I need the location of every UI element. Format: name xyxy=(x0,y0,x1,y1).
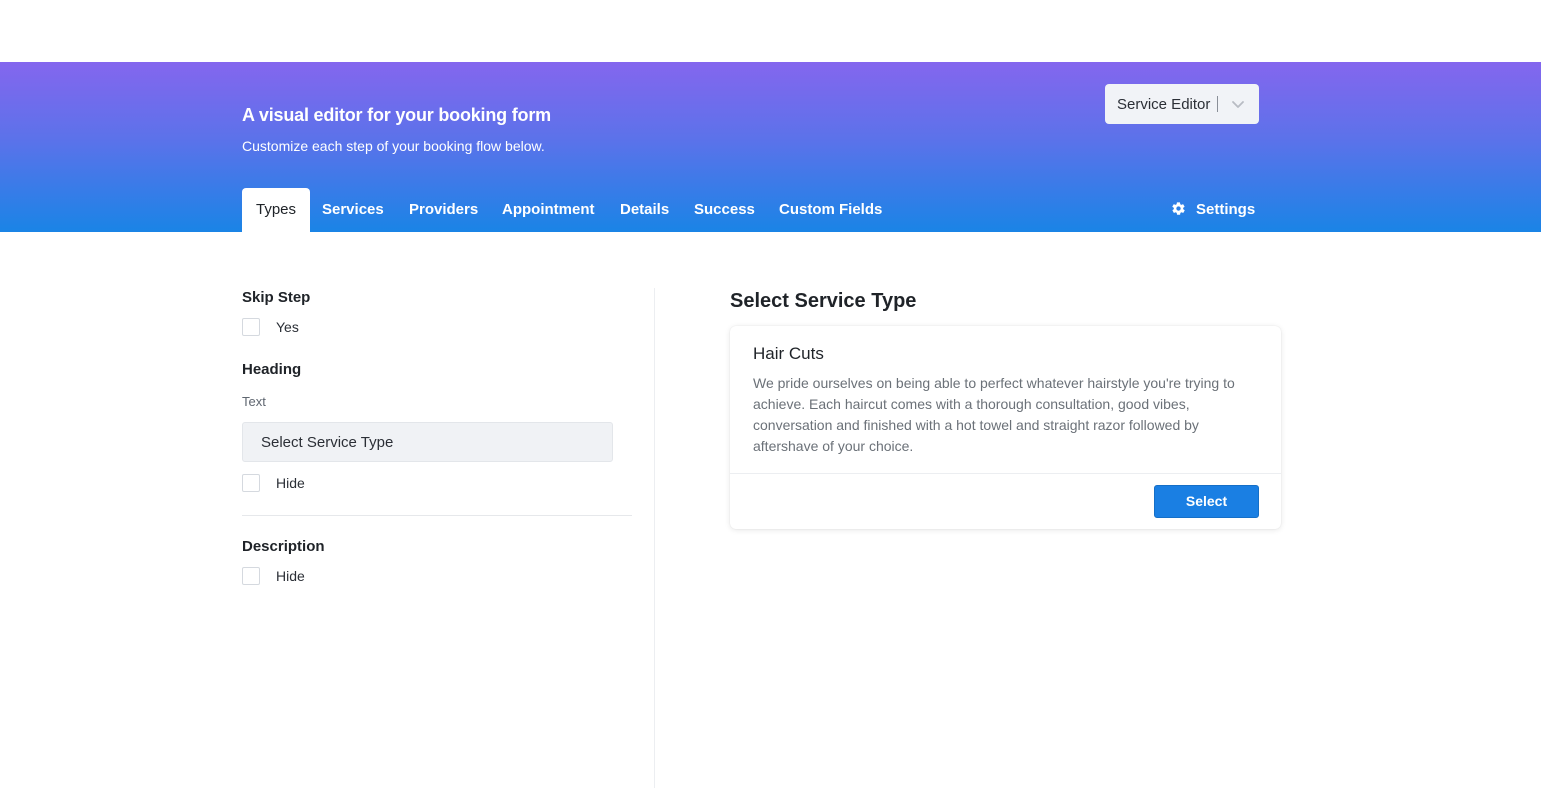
tab-custom-fields[interactable]: Custom Fields xyxy=(779,188,882,232)
editor-select[interactable]: Service Editor xyxy=(1105,84,1259,124)
section-divider xyxy=(242,515,632,516)
card-description: We pride ourselves on being able to perf… xyxy=(753,375,1235,454)
heading-section-title: Heading xyxy=(242,361,302,378)
page-subtitle: Customize each step of your booking flow… xyxy=(242,138,545,154)
tab-types[interactable]: Types xyxy=(242,188,310,232)
tab-success[interactable]: Success xyxy=(694,188,755,232)
skip-step-checkbox[interactable] xyxy=(242,318,260,336)
card-title: Hair Cuts xyxy=(753,344,824,363)
card-divider xyxy=(730,473,1281,474)
description-section-title: Description xyxy=(242,538,325,555)
panel-divider xyxy=(654,288,655,788)
service-type-card: Hair Cuts We pride ourselves on being ab… xyxy=(730,326,1281,529)
page-title: A visual editor for your booking form xyxy=(242,105,551,125)
tab-appointment[interactable]: Appointment xyxy=(502,188,594,232)
select-divider xyxy=(1217,96,1218,112)
heading-hide-label: Hide xyxy=(276,475,305,491)
settings-label: Settings xyxy=(1196,201,1256,218)
header-banner xyxy=(0,62,1541,232)
editor-select-value: Service Editor xyxy=(1117,96,1211,113)
preview-heading: Select Service Type xyxy=(730,290,917,312)
gear-icon xyxy=(1172,202,1185,215)
heading-hide-checkbox[interactable] xyxy=(242,474,260,492)
description-hide-label: Hide xyxy=(276,568,305,584)
tab-details[interactable]: Details xyxy=(620,188,669,232)
description-hide-checkbox[interactable] xyxy=(242,567,260,585)
select-button[interactable]: Select xyxy=(1154,485,1259,518)
skip-step-yes-label: Yes xyxy=(276,319,299,335)
heading-text-label: Text xyxy=(242,394,266,409)
chevron-down-icon[interactable] xyxy=(1231,97,1245,111)
heading-text-input[interactable] xyxy=(242,422,613,462)
tab-services[interactable]: Services xyxy=(322,188,384,232)
tab-providers[interactable]: Providers xyxy=(409,188,478,232)
skip-step-heading: Skip Step xyxy=(242,289,311,306)
